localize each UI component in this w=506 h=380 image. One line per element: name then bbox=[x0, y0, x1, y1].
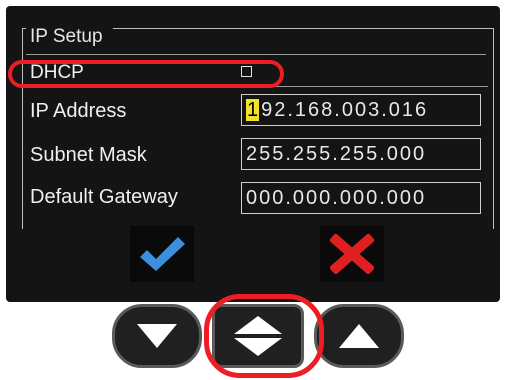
device: IP Setup DHCP IP Address 1 92.168.003.016… bbox=[0, 0, 506, 380]
default-gateway-value: 000.000.000.000 bbox=[246, 187, 427, 209]
nav-highlight-annotation bbox=[204, 294, 324, 378]
dhcp-highlight-annotation bbox=[8, 60, 284, 88]
title-divider bbox=[26, 54, 486, 55]
ip-address-value: 92.168.003.016 bbox=[261, 99, 429, 121]
ok-button[interactable] bbox=[130, 226, 194, 282]
up-arrow-icon bbox=[339, 324, 379, 348]
down-arrow-icon bbox=[137, 324, 177, 348]
edit-cursor: 1 bbox=[246, 99, 260, 121]
subnet-mask-label: Subnet Mask bbox=[30, 144, 147, 166]
ip-address-field[interactable]: 1 92.168.003.016 bbox=[241, 94, 481, 126]
down-button[interactable] bbox=[112, 304, 202, 368]
cancel-button[interactable] bbox=[320, 226, 384, 282]
default-gateway-field[interactable]: 000.000.000.000 bbox=[241, 182, 481, 214]
x-icon bbox=[330, 234, 374, 274]
subnet-mask-field[interactable]: 255.255.255.000 bbox=[241, 138, 481, 170]
ip-address-label: IP Address bbox=[30, 100, 127, 122]
subnet-mask-value: 255.255.255.000 bbox=[246, 143, 427, 165]
checkmark-icon bbox=[140, 237, 185, 271]
panel-title: IP Setup bbox=[26, 24, 113, 50]
default-gateway-label: Default Gateway bbox=[30, 186, 178, 208]
up-button[interactable] bbox=[314, 304, 404, 368]
